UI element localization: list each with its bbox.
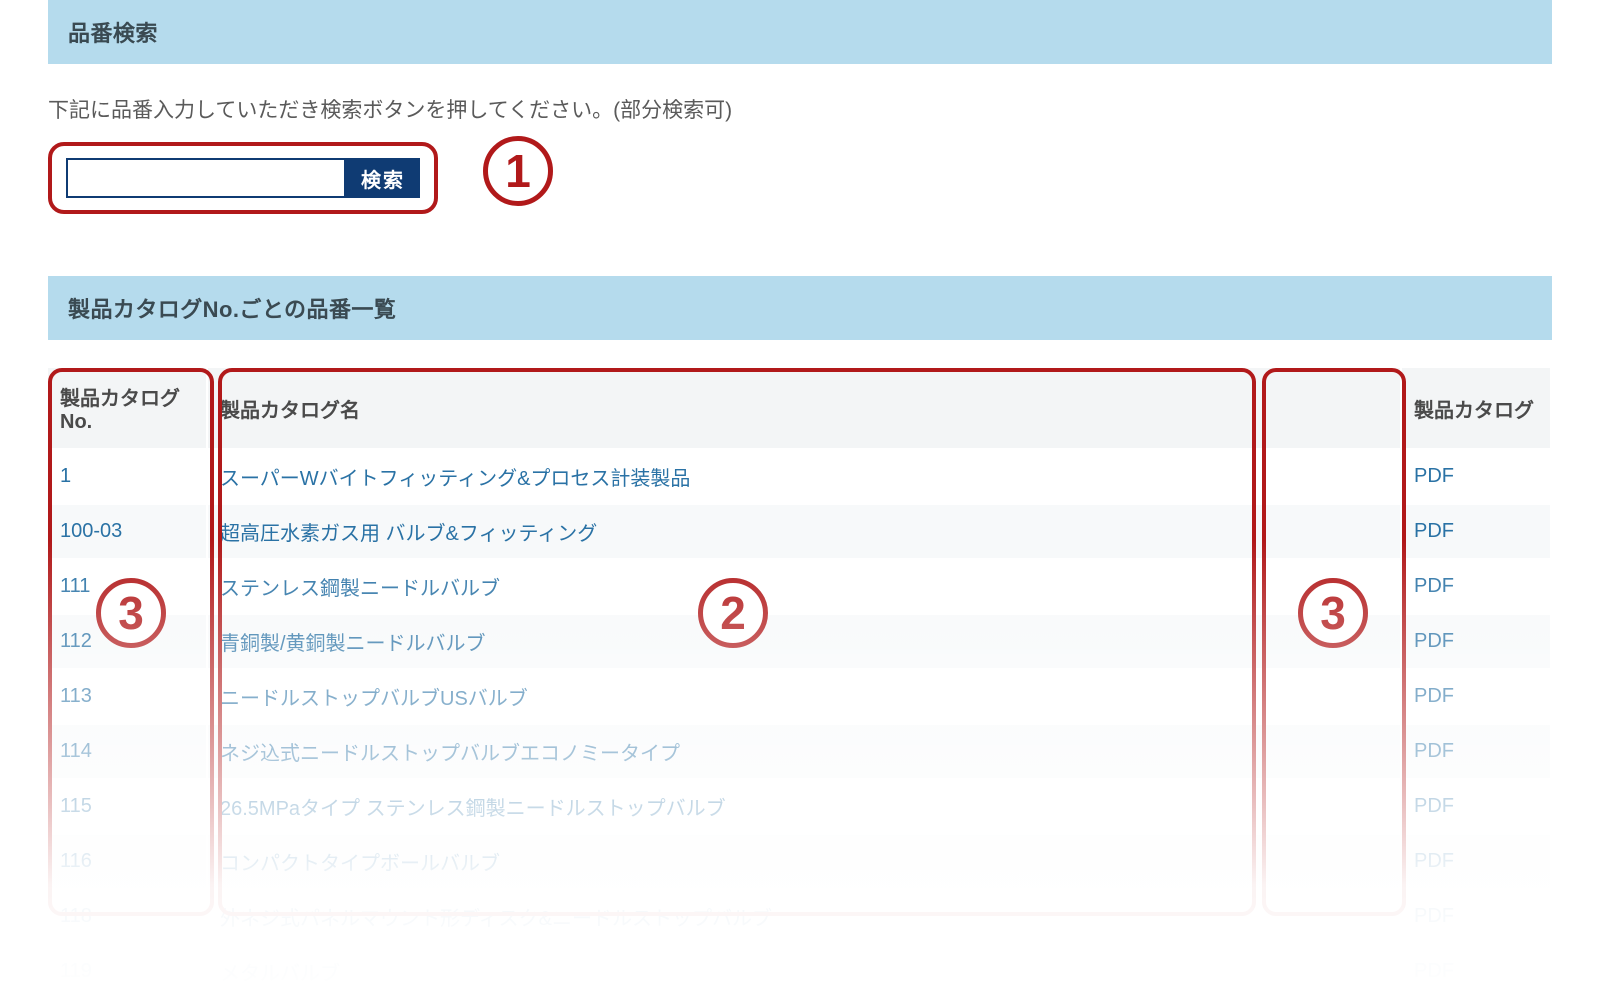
callout-badge-3-left: 3 bbox=[96, 578, 166, 648]
catalog-no-cell[interactable]: 113 bbox=[48, 670, 208, 725]
catalog-pdf-cell[interactable]: PDF bbox=[1402, 945, 1552, 1000]
table-header-row: 製品カタログNo. 製品カタログ名 製品カタログ bbox=[48, 368, 1552, 450]
table-row: 116コンパクトタイプボールバルブPDF bbox=[48, 835, 1552, 890]
callout-badge-2: 2 bbox=[698, 578, 768, 648]
search-form-highlight: 検索 bbox=[48, 142, 438, 214]
catalog-pdf-cell[interactable]: PDF bbox=[1402, 505, 1552, 560]
catalog-name-cell[interactable]: ネジ込式ニードルストップバルブエコノミータイプ bbox=[208, 725, 1402, 780]
col-header-pdf: 製品カタログ bbox=[1402, 368, 1552, 450]
catalog-pdf-cell[interactable]: PDF bbox=[1402, 560, 1552, 615]
table-row: 119メタルバルブPDF bbox=[48, 945, 1552, 1000]
catalog-name-cell[interactable]: スーパーWバイトフィッティング&プロセス計装製品 bbox=[208, 450, 1402, 505]
catalog-no-cell[interactable]: 118 bbox=[48, 890, 208, 945]
table-row: 100-03超高圧水素ガス用 バルブ&フィッティングPDF bbox=[48, 505, 1552, 560]
catalog-name-cell[interactable]: ステンレス鋼製ニードルバルブ bbox=[208, 560, 1402, 615]
callout-badge-3-right: 3 bbox=[1298, 578, 1368, 648]
section-title-search: 品番検索 bbox=[68, 21, 158, 46]
catalog-no-cell[interactable]: 119 bbox=[48, 945, 208, 1000]
catalog-no-cell[interactable]: 114 bbox=[48, 725, 208, 780]
catalog-pdf-cell[interactable]: PDF bbox=[1402, 835, 1552, 890]
catalog-pdf-cell[interactable]: PDF bbox=[1402, 615, 1552, 670]
catalog-name-cell[interactable]: 外ネジ式パネルマウント形ディスク&ニードルストップバルブ bbox=[208, 890, 1402, 945]
section-header-search: 品番検索 bbox=[48, 0, 1552, 64]
catalog-pdf-cell[interactable]: PDF bbox=[1402, 450, 1552, 505]
catalog-name-cell[interactable]: 26.5MPaタイプ ステンレス鋼製ニードルストップバルブ bbox=[208, 780, 1402, 835]
catalog-pdf-cell[interactable]: PDF bbox=[1402, 780, 1552, 835]
catalog-name-cell[interactable]: 青銅製/黄銅製ニードルバルブ bbox=[208, 615, 1402, 670]
catalog-name-cell[interactable]: 超高圧水素ガス用 バルブ&フィッティング bbox=[208, 505, 1402, 560]
callout-badge-1: 1 bbox=[483, 136, 553, 206]
table-row: 114ネジ込式ニードルストップバルブエコノミータイプPDF bbox=[48, 725, 1552, 780]
catalog-table: 製品カタログNo. 製品カタログ名 製品カタログ 1スーパーWバイトフィッティン… bbox=[48, 368, 1552, 1000]
catalog-no-cell[interactable]: 115 bbox=[48, 780, 208, 835]
catalog-name-cell[interactable]: ニードルストップバルブUSバルブ bbox=[208, 670, 1402, 725]
catalog-pdf-cell[interactable]: PDF bbox=[1402, 670, 1552, 725]
table-row: 11526.5MPaタイプ ステンレス鋼製ニードルストップバルブPDF bbox=[48, 780, 1552, 835]
section-header-list: 製品カタログNo.ごとの品番一覧 bbox=[48, 276, 1552, 340]
product-number-input[interactable] bbox=[66, 158, 346, 198]
table-row: 113ニードルストップバルブUSバルブPDF bbox=[48, 670, 1552, 725]
col-header-no: 製品カタログNo. bbox=[48, 368, 208, 450]
search-instruction: 下記に品番入力していただき検索ボタンを押してください。(部分検索可) bbox=[48, 94, 1552, 124]
catalog-table-wrap: 製品カタログNo. 製品カタログ名 製品カタログ 1スーパーWバイトフィッティン… bbox=[48, 368, 1552, 1000]
catalog-no-cell[interactable]: 1 bbox=[48, 450, 208, 505]
catalog-no-cell[interactable]: 100-03 bbox=[48, 505, 208, 560]
catalog-pdf-cell[interactable]: PDF bbox=[1402, 725, 1552, 780]
catalog-name-cell[interactable]: コンパクトタイプボールバルブ bbox=[208, 835, 1402, 890]
section-title-list: 製品カタログNo.ごとの品番一覧 bbox=[68, 297, 396, 322]
catalog-pdf-cell[interactable]: PDF bbox=[1402, 890, 1552, 945]
col-header-name: 製品カタログ名 bbox=[208, 368, 1402, 450]
catalog-no-cell[interactable]: 116 bbox=[48, 835, 208, 890]
table-row: 1スーパーWバイトフィッティング&プロセス計装製品PDF bbox=[48, 450, 1552, 505]
table-row: 118外ネジ式パネルマウント形ディスク&ニードルストップバルブPDF bbox=[48, 890, 1552, 945]
catalog-name-cell[interactable]: メタルバルブ bbox=[208, 945, 1402, 1000]
search-button[interactable]: 検索 bbox=[346, 158, 420, 198]
